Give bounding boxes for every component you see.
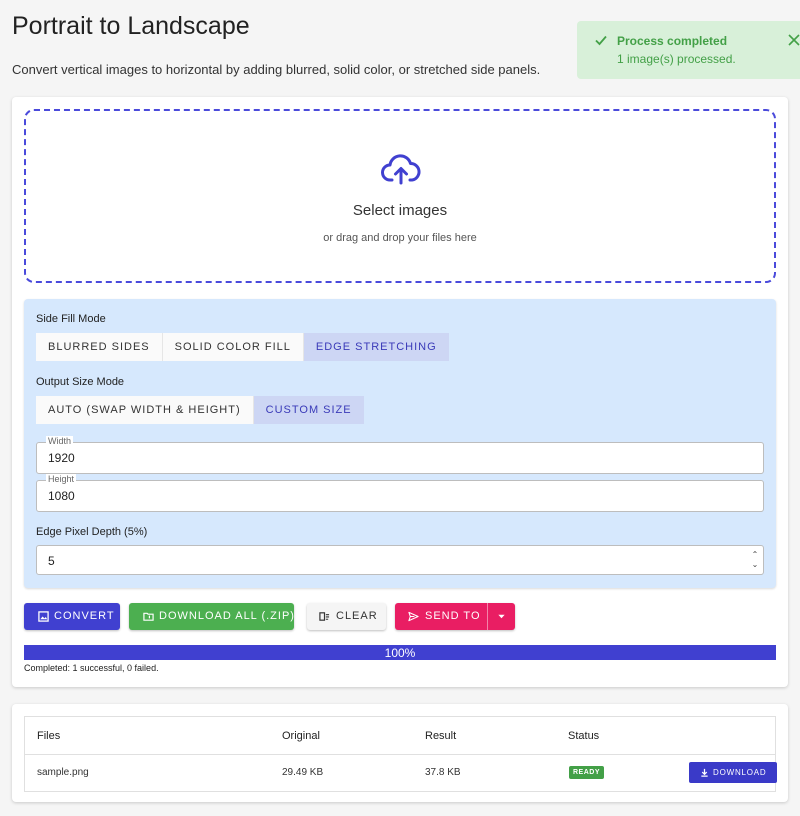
edge-depth-field[interactable]: 5 ⌃ ⌄ xyxy=(36,545,764,575)
page-title: Portrait to Landscape xyxy=(12,12,250,40)
column-header-status: Status xyxy=(568,730,600,742)
dropzone-title: Select images xyxy=(352,202,448,219)
results-card: Files Original Result Status sample.png … xyxy=(12,704,788,802)
results-table: Files Original Result Status sample.png … xyxy=(24,716,777,792)
height-label: Height xyxy=(46,474,77,485)
width-field[interactable]: Width 1920 xyxy=(36,436,764,474)
option-blurred-sides[interactable]: Blurred Sides xyxy=(36,333,163,361)
cell-file-name: sample.png xyxy=(37,767,89,778)
edge-depth-input[interactable]: 5 xyxy=(48,554,55,568)
progress-bar: 100% xyxy=(24,645,776,660)
checkmark-icon xyxy=(595,35,607,46)
edge-pixel-depth-label: Edge Pixel Depth (5%) xyxy=(36,526,148,538)
download-all-label: Download All (.zip) xyxy=(159,610,295,622)
dropzone-subtitle: or drag and drop your files here xyxy=(323,232,477,244)
option-auto-swap[interactable]: Auto (Swap Width & Height) xyxy=(36,396,254,424)
file-dropzone[interactable]: Select images or drag and drop your file… xyxy=(24,109,776,283)
status-badge: READY xyxy=(569,766,605,779)
width-input[interactable]: 1920 xyxy=(48,451,75,465)
option-solid-color-fill[interactable]: Solid Color Fill xyxy=(162,333,304,361)
clear-label: Clear xyxy=(336,610,378,622)
option-edge-stretching[interactable]: Edge Stretching xyxy=(303,333,449,361)
settings-panel: Side Fill Mode Blurred Sides Solid Color… xyxy=(24,299,776,588)
clear-button[interactable]: Clear xyxy=(307,603,386,630)
send-to-button[interactable]: Send To xyxy=(395,603,515,630)
progress-percent: 100% xyxy=(384,646,416,660)
cloud-upload-icon xyxy=(381,154,421,185)
toast-message: 1 image(s) processed. xyxy=(617,52,736,66)
convert-label: Convert xyxy=(54,610,115,622)
chevron-down-icon[interactable] xyxy=(497,612,506,621)
folder-zip-icon xyxy=(143,612,154,621)
download-label: Download xyxy=(713,768,767,777)
download-button[interactable]: Download xyxy=(689,762,777,783)
height-field[interactable]: Height 1080 xyxy=(36,474,764,512)
send-to-label: Send To xyxy=(425,610,481,622)
column-header-result: Result xyxy=(425,730,457,742)
toast-title: Process completed xyxy=(617,34,728,48)
output-size-mode-group: Auto (Swap Width & Height) Custom Size xyxy=(36,396,364,424)
send-icon xyxy=(408,611,419,622)
download-all-button[interactable]: Download All (.zip) xyxy=(129,603,294,630)
height-input[interactable]: 1080 xyxy=(48,489,75,503)
side-fill-mode-label: Side Fill Mode xyxy=(36,313,106,325)
clear-list-icon xyxy=(319,612,330,621)
split-divider xyxy=(487,603,488,630)
cell-result-size: 37.8 KB xyxy=(425,767,461,778)
page-subtitle: Convert vertical images to horizontal by… xyxy=(12,62,541,77)
option-custom-size[interactable]: Custom Size xyxy=(253,396,364,424)
column-header-files: Files xyxy=(37,730,61,742)
width-label: Width xyxy=(46,436,74,447)
progress-status: Completed: 1 successful, 0 failed. xyxy=(24,663,159,673)
number-stepper[interactable]: ⌃ ⌄ xyxy=(751,550,759,572)
stepper-down-icon[interactable]: ⌄ xyxy=(751,560,759,570)
converter-card: Select images or drag and drop your file… xyxy=(12,97,788,687)
cell-original-size: 29.49 KB xyxy=(282,767,324,778)
download-icon xyxy=(701,768,708,777)
success-toast: Process completed 1 image(s) processed. xyxy=(577,21,800,79)
stepper-up-icon[interactable]: ⌃ xyxy=(751,550,759,560)
output-size-mode-label: Output Size Mode xyxy=(36,376,125,388)
header-divider xyxy=(25,754,775,755)
convert-button[interactable]: Convert xyxy=(24,603,120,630)
close-icon[interactable] xyxy=(787,33,800,47)
image-icon xyxy=(38,611,49,622)
side-fill-mode-group: Blurred Sides Solid Color Fill Edge Stre… xyxy=(36,333,449,361)
column-header-original: Original xyxy=(282,730,320,742)
